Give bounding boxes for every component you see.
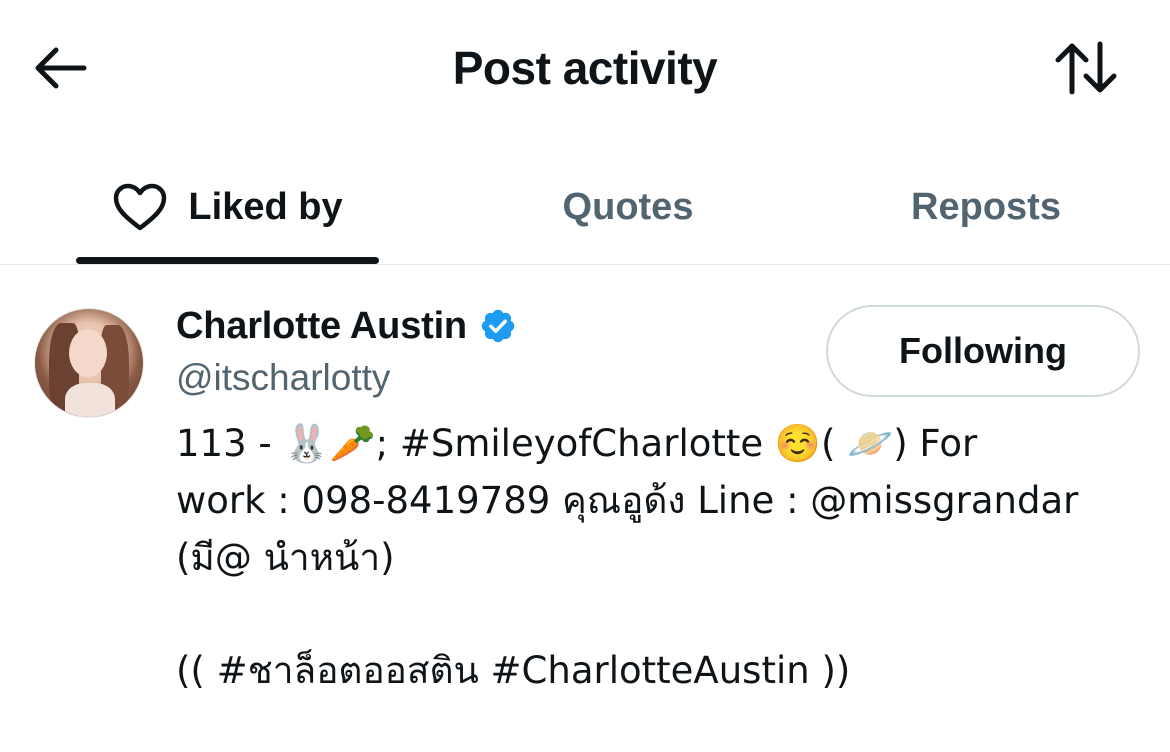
bio-line: work : 098-8419789 คุณอูด้ง Line : @miss… <box>176 479 1079 522</box>
user-display-name[interactable]: Charlotte Austin <box>176 305 467 348</box>
tab-quotes[interactable]: Quotes <box>500 150 756 264</box>
bio-line: (( #ชาล็อตออสติน #CharlotteAustin )) <box>176 649 851 692</box>
sort-arrows-icon <box>1055 41 1117 95</box>
tab-quotes-label: Quotes <box>562 185 694 228</box>
avatar[interactable] <box>34 308 144 418</box>
following-button[interactable]: Following <box>826 305 1140 397</box>
bio-line: (มี@ นำหน้า) <box>176 536 395 579</box>
user-handle[interactable]: @itscharlotty <box>176 355 390 401</box>
page-title: Post activity <box>452 42 718 94</box>
tab-liked-by[interactable]: Liked by <box>76 150 379 264</box>
tab-reposts[interactable]: Reposts <box>880 150 1092 264</box>
tab-reposts-label: Reposts <box>911 185 1061 228</box>
header: Post activity <box>0 0 1170 135</box>
user-list-item[interactable]: Charlotte Austin @itscharlotty Following… <box>0 265 1170 752</box>
heart-icon <box>112 182 168 232</box>
tab-bar: Liked by Quotes Reposts <box>0 150 1170 265</box>
active-tab-indicator <box>76 257 379 264</box>
bio-line: 113 - 🐰🥕; #SmileyofCharlotte ☺️( 🪐) For <box>176 422 978 465</box>
user-name-line: Charlotte Austin <box>176 303 517 349</box>
verified-badge-icon <box>479 307 517 345</box>
tab-liked-by-label: Liked by <box>188 185 343 228</box>
sort-button[interactable] <box>1046 36 1126 100</box>
user-bio: 113 - 🐰🥕; #SmileyofCharlotte ☺️( 🪐) For … <box>176 415 1136 699</box>
